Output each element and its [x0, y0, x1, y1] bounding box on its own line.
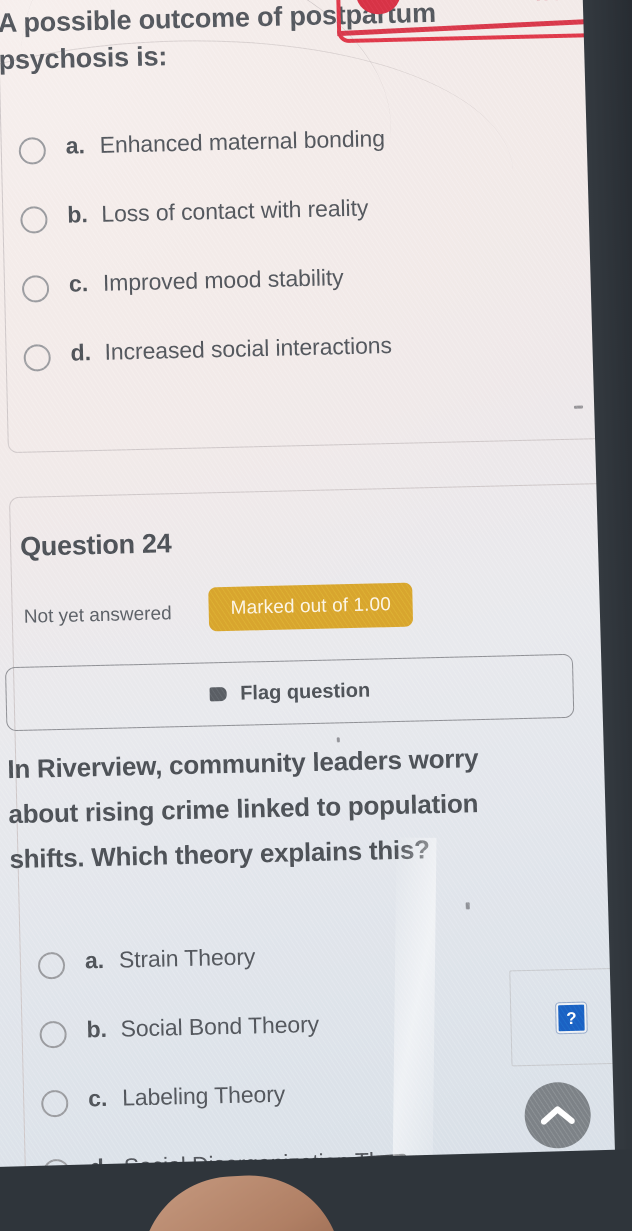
radio-button-a[interactable]	[37, 951, 66, 980]
answer-option-c[interactable]: c. Improved mood stability	[21, 258, 603, 303]
radio-button-d[interactable]	[23, 344, 52, 372]
radio-button-a[interactable]	[18, 137, 47, 165]
option-letter-c: c.	[87, 1084, 108, 1112]
question-24-grade-badge: Marked out of 1.00	[208, 582, 414, 632]
question-24-title: Question 24	[19, 528, 172, 562]
radio-button-b[interactable]	[39, 1020, 67, 1049]
red-overlay-text: no	[535, 0, 564, 7]
flag-question-button[interactable]: Flag question	[4, 653, 575, 732]
option-text-c: Improved mood stability	[102, 264, 344, 296]
option-text-b: Loss of contact with reality	[101, 194, 369, 227]
option-letter-b: b.	[86, 1015, 108, 1043]
flag-icon	[209, 686, 227, 702]
option-text-c: Labeling Theory	[121, 1080, 286, 1111]
option-text-a: Enhanced maternal bonding	[99, 125, 386, 158]
option-text-b: Social Bond Theory	[120, 1010, 320, 1042]
moodle-quiz-page: A possible outcome of postpartum psychos…	[0, 0, 632, 1231]
question-24-stem: In Riverview, community leaders worry ab…	[7, 743, 479, 875]
question-24-status: Not yet answered	[23, 603, 172, 628]
option-text-a: Strain Theory	[118, 943, 256, 973]
radio-button-b[interactable]	[20, 206, 48, 234]
answer-option-b[interactable]: b. Loss of contact with reality	[20, 189, 601, 234]
radio-button-c[interactable]	[21, 275, 50, 303]
option-letter-d: d.	[70, 339, 92, 366]
phone-screen: A possible outcome of postpartum psychos…	[0, 0, 632, 1231]
option-letter-c: c.	[68, 270, 89, 297]
option-text-d: Increased social interactions	[104, 331, 393, 365]
chevron-up-icon	[540, 1106, 575, 1125]
phone-photo: A possible outcome of postpartum psychos…	[0, 0, 632, 1231]
radio-button-c[interactable]	[40, 1089, 69, 1118]
flag-question-label: Flag question	[239, 679, 371, 705]
option-letter-b: b.	[67, 201, 89, 228]
option-letter-a: a.	[84, 946, 105, 974]
previous-question-answers: a. Enhanced maternal bonding b. Loss of …	[18, 120, 603, 372]
option-letter-a: a.	[65, 132, 86, 159]
question-mark-help-icon[interactable]: ?	[556, 1002, 587, 1034]
